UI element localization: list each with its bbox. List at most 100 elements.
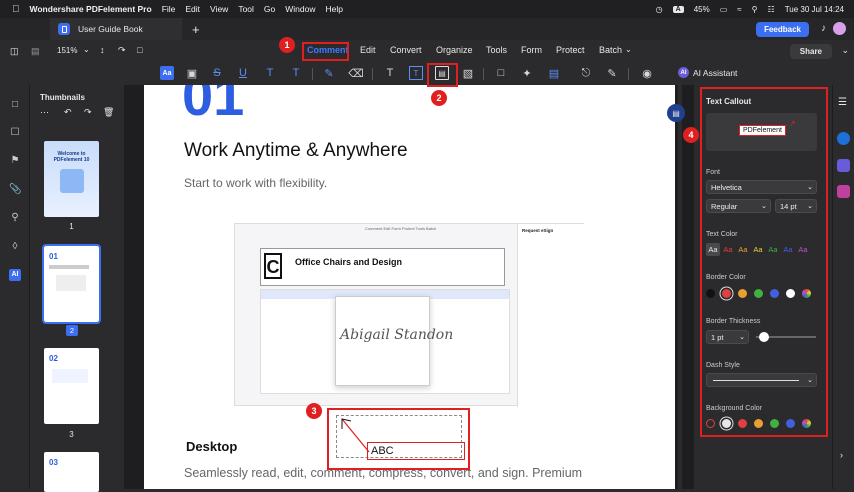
- menu-convert[interactable]: Convert: [390, 45, 422, 55]
- page-number: 3: [69, 430, 74, 439]
- more-options-icon[interactable]: ⋯: [40, 107, 49, 118]
- shot-sign-dialog: Abigail Standon: [335, 296, 453, 386]
- menu-go[interactable]: Go: [264, 4, 275, 14]
- app-name[interactable]: Wondershare PDFelement Pro: [30, 4, 152, 14]
- rotate-right-icon[interactable]: ↷: [84, 107, 92, 118]
- thumbnail-page-2[interactable]: 01: [42, 244, 101, 324]
- thumbnails-title: Thumbnails: [40, 93, 85, 102]
- callout-leader-line: [341, 418, 370, 453]
- ai-icon: AI: [678, 67, 689, 78]
- wifi-icon[interactable]: ≈: [737, 5, 741, 14]
- document-tab[interactable]: User Guide Book: [50, 18, 182, 40]
- ai-tools-icon[interactable]: AI: [9, 269, 21, 281]
- translate-icon[interactable]: [837, 185, 850, 198]
- control-center-icon[interactable]: ☷: [768, 5, 775, 14]
- highlight-properties-panel: [700, 87, 828, 437]
- thumbnails-icon[interactable]: □: [9, 99, 21, 111]
- collapse-chevron-icon[interactable]: ›: [840, 450, 843, 460]
- text-highlight-icon[interactable]: Aa: [160, 66, 174, 80]
- signature-icon[interactable]: ✎: [605, 66, 619, 80]
- more-icon[interactable]: ⌄: [841, 45, 849, 56]
- pin-icon[interactable]: ✦: [520, 66, 534, 80]
- page-heading: Work Anytime & Anywhere: [184, 140, 408, 161]
- typewriter-icon[interactable]: T: [383, 66, 397, 80]
- menu-protect[interactable]: Protect: [556, 45, 585, 55]
- feedback-button[interactable]: Feedback: [756, 22, 809, 37]
- tab-bar: User Guide Book + Feedback ♪: [0, 18, 854, 40]
- step-4-badge: 4: [683, 127, 699, 143]
- fit-page-icon[interactable]: ↕: [100, 45, 105, 55]
- check-icon[interactable]: [837, 159, 850, 172]
- divider: [628, 68, 629, 80]
- menu-organize[interactable]: Organize: [436, 45, 473, 55]
- text-callout-annotation[interactable]: ABC: [327, 408, 470, 470]
- attachment-icon[interactable]: 📎: [9, 184, 21, 196]
- text-box-icon[interactable]: T: [409, 66, 423, 80]
- new-tab-button[interactable]: +: [192, 22, 200, 37]
- thumbnail-page-1[interactable]: Welcome to PDFelement 10: [44, 141, 99, 217]
- strikethrough-icon[interactable]: S: [210, 66, 224, 80]
- properties-icon[interactable]: ☰: [838, 97, 847, 108]
- highlight-comment-menu: [302, 42, 349, 61]
- rotate-left-icon[interactable]: ↶: [64, 107, 72, 118]
- menu-view[interactable]: View: [210, 4, 228, 14]
- sticky-note-icon[interactable]: ▧: [461, 66, 475, 80]
- menu-help[interactable]: Help: [326, 4, 343, 14]
- comments-icon[interactable]: ☐: [9, 127, 21, 139]
- menu-form[interactable]: Form: [521, 45, 542, 55]
- thumbnail-page-4[interactable]: 03: [44, 452, 99, 492]
- layout-icon[interactable]: ▤: [31, 46, 40, 57]
- divider: [372, 68, 373, 80]
- keyboard-input-icon[interactable]: A: [672, 5, 684, 13]
- page-subheading: Start to work with flexibility.: [184, 176, 328, 190]
- menu-edit[interactable]: Edit: [185, 4, 200, 14]
- bookmark-icon[interactable]: ⚑: [9, 155, 21, 167]
- underline-icon[interactable]: U: [236, 66, 250, 80]
- menu-tool[interactable]: Tool: [238, 4, 254, 14]
- avatar[interactable]: [833, 22, 846, 35]
- menu-window[interactable]: Window: [285, 4, 315, 14]
- left-rail: □ ☐ ⚑ 📎 ⚲ ◊ AI: [0, 85, 30, 489]
- pencil-icon[interactable]: ✎: [322, 66, 336, 80]
- ai-assistant-button[interactable]: AI AI Assistant: [678, 67, 737, 78]
- search-icon[interactable]: ⚲: [752, 5, 758, 14]
- thumb-page1-title: Welcome to PDFelement 10: [53, 151, 90, 163]
- insert-text-icon[interactable]: T: [289, 66, 303, 80]
- ai-chat-icon[interactable]: [837, 132, 850, 145]
- zoom-dropdown-icon[interactable]: ⌄: [83, 45, 90, 54]
- document-scrollbar[interactable]: [678, 85, 682, 489]
- squiggly-icon[interactable]: T: [263, 66, 277, 80]
- battery-icon[interactable]: ▭: [720, 5, 728, 14]
- properties-toggle-icon[interactable]: ▤: [667, 104, 685, 122]
- stamp-icon[interactable]: ⎋: [579, 66, 593, 80]
- menu-file[interactable]: File: [162, 4, 176, 14]
- rotate-icon[interactable]: ↷: [118, 45, 126, 56]
- area-highlight-icon[interactable]: ▣: [185, 66, 199, 80]
- clock[interactable]: Tue 30 Jul 14:24: [785, 5, 844, 14]
- apple-icon[interactable]: : [12, 4, 20, 15]
- callout-text-box[interactable]: ABC: [367, 442, 465, 460]
- layers-icon[interactable]: ◊: [9, 241, 21, 253]
- delete-icon[interactable]: 🗑: [103, 107, 114, 118]
- zoom-level[interactable]: 151%: [57, 46, 77, 55]
- time-machine-icon[interactable]: ◷: [656, 5, 663, 14]
- shape-icon[interactable]: □: [494, 66, 508, 80]
- measure-icon[interactable]: ▤: [547, 66, 561, 80]
- pdf-page[interactable]: 01 Work Anytime & Anywhere Start to work…: [144, 85, 675, 489]
- shot-logo: C: [264, 253, 282, 279]
- thumb-line: [49, 265, 89, 269]
- eraser-icon[interactable]: ⌫: [348, 66, 364, 80]
- thumb-page4-number: 03: [49, 458, 58, 467]
- menu-edit-pdf[interactable]: Edit: [360, 45, 376, 55]
- search-doc-icon[interactable]: ⚲: [9, 212, 21, 224]
- sidebar-toggle-icon[interactable]: ◫: [10, 46, 19, 57]
- share-button[interactable]: Share: [789, 44, 832, 59]
- highlight-callout-tool: [427, 63, 458, 87]
- page-icon[interactable]: □: [137, 45, 142, 55]
- bell-icon[interactable]: ♪: [821, 23, 826, 34]
- menu-batch[interactable]: Batch: [599, 45, 622, 55]
- right-rail: ☰ ›: [832, 85, 854, 489]
- eye-icon[interactable]: ◉: [640, 66, 654, 80]
- menu-tools[interactable]: Tools: [486, 45, 507, 55]
- thumbnail-page-3[interactable]: 02: [44, 348, 99, 424]
